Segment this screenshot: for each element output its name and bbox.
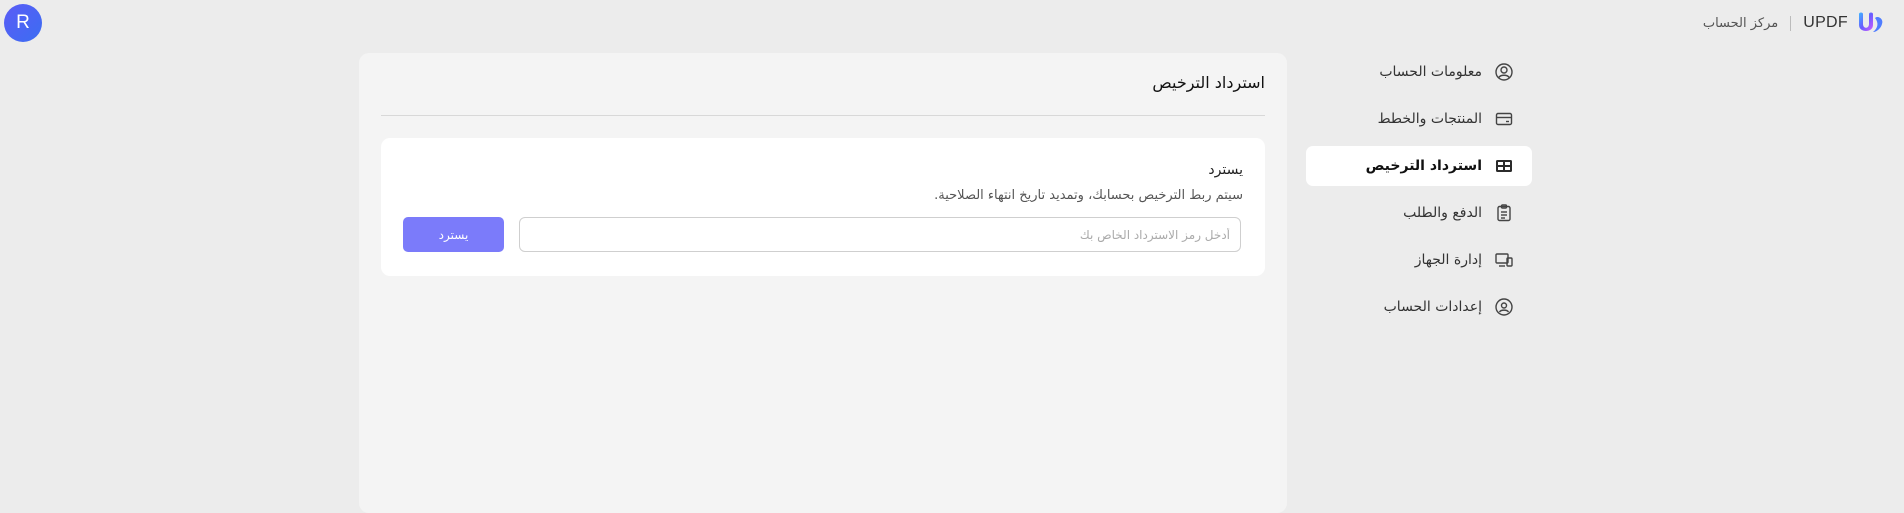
sidebar-item-account-info[interactable]: معلومات الحساب [1306, 52, 1532, 92]
card-icon [1495, 112, 1513, 126]
sidebar-item-label: معلومات الحساب [1379, 64, 1482, 80]
sidebar-item-products-plans[interactable]: المنتجات والخطط [1306, 99, 1532, 139]
account-center-link[interactable]: مركز الحساب [1703, 16, 1778, 31]
main-panel: استرداد الترخيص يسترد سيتم ربط الترخيص ب… [359, 53, 1287, 513]
redeem-card-title: يسترد [1208, 162, 1243, 178]
sidebar-item-license-redeem[interactable]: استرداد الترخيص [1306, 146, 1532, 186]
sidebar-item-device-management[interactable]: إدارة الجهاز [1306, 240, 1532, 280]
devices-icon [1495, 253, 1513, 267]
redeem-button[interactable]: يسترد [403, 217, 504, 252]
sidebar-item-account-settings[interactable]: إعدادات الحساب [1306, 287, 1532, 327]
page-title: استرداد الترخيص [1152, 73, 1265, 92]
brand-name: UPDF [1803, 14, 1848, 31]
sidebar-item-label: المنتجات والخطط [1377, 111, 1482, 127]
redeem-card: يسترد سيتم ربط الترخيص بحسابك، وتمديد تا… [381, 138, 1265, 276]
sidebar-item-label: إعدادات الحساب [1383, 299, 1482, 315]
updf-logo-icon [1859, 12, 1883, 32]
brand-separator [1790, 15, 1792, 31]
redeem-card-description: سيتم ربط الترخيص بحسابك، وتمديد تاريخ ان… [934, 188, 1243, 203]
top-bar: R UPDF مركز الحساب [0, 0, 1904, 46]
user-shield-icon [1495, 298, 1513, 316]
divider [381, 115, 1265, 116]
sidebar-item-label: استرداد الترخيص [1365, 158, 1482, 174]
avatar[interactable]: R [4, 4, 42, 42]
sidebar: معلومات الحساب المنتجات والخطط استرداد ا… [1306, 52, 1532, 334]
redeem-code-input[interactable] [519, 217, 1241, 252]
clipboard-icon [1497, 204, 1511, 222]
sidebar-item-payment-order[interactable]: الدفع والطلب [1306, 193, 1532, 233]
ticket-icon [1496, 160, 1512, 172]
sidebar-item-label: إدارة الجهاز [1414, 252, 1482, 268]
brand: UPDF مركز الحساب [1703, 10, 1886, 36]
sidebar-item-label: الدفع والطلب [1403, 205, 1482, 221]
user-circle-icon [1495, 63, 1513, 81]
